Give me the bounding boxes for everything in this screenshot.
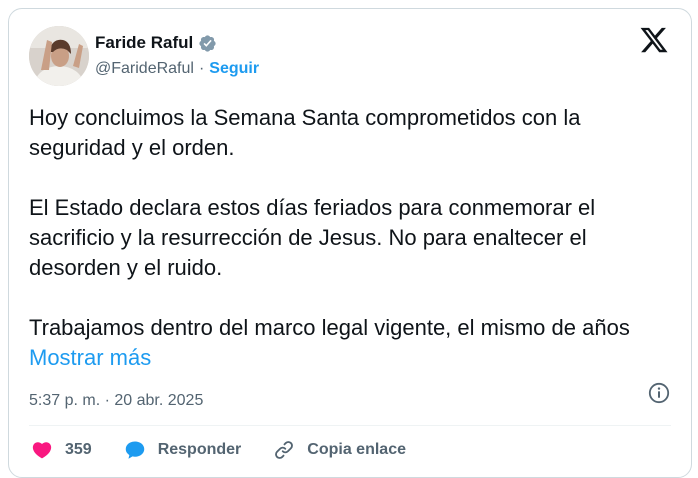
divider: [29, 425, 671, 426]
heart-icon: [29, 437, 55, 463]
reply-bubble-icon: [122, 437, 148, 463]
verified-badge-icon: [198, 34, 217, 53]
tweet-actions: 359 Responder Copia enlace: [29, 437, 436, 463]
copy-link-label: Copia enlace: [307, 441, 406, 458]
author-handle[interactable]: @FarideRaful: [95, 60, 194, 78]
tweet-paragraph: Hoy concluimos la Semana Santa compromet…: [29, 105, 581, 160]
like-button[interactable]: 359: [29, 437, 92, 463]
reply-button[interactable]: Responder: [122, 437, 242, 463]
x-logo-icon[interactable]: [639, 25, 669, 55]
avatar-image: [29, 26, 89, 86]
tweet-paragraph-text: Trabajamos dentro del marco legal vigent…: [29, 315, 630, 340]
copy-link-button[interactable]: Copia enlace: [271, 437, 406, 463]
info-icon[interactable]: [647, 381, 671, 405]
tweet-timestamp[interactable]: 5:37 p. m. · 20 abr. 2025: [29, 392, 203, 410]
show-more-link[interactable]: Mostrar más: [29, 345, 151, 370]
reply-label: Responder: [157, 441, 242, 458]
like-count: 359: [65, 441, 92, 458]
avatar[interactable]: [29, 26, 89, 86]
separator-dot: ·: [198, 60, 205, 77]
tweet-card: Faride Raful @FarideRaful · Seguir Hoy c…: [8, 8, 692, 478]
follow-button[interactable]: Seguir: [209, 60, 259, 78]
author-name[interactable]: Faride Raful: [95, 33, 193, 53]
tweet-paragraph: Trabajamos dentro del marco legal vigent…: [29, 313, 679, 373]
tweet-text: Hoy concluimos la Semana Santa compromet…: [29, 103, 679, 373]
tweet-paragraph: El Estado declara estos días feriados pa…: [29, 195, 596, 280]
link-icon: [271, 437, 297, 463]
